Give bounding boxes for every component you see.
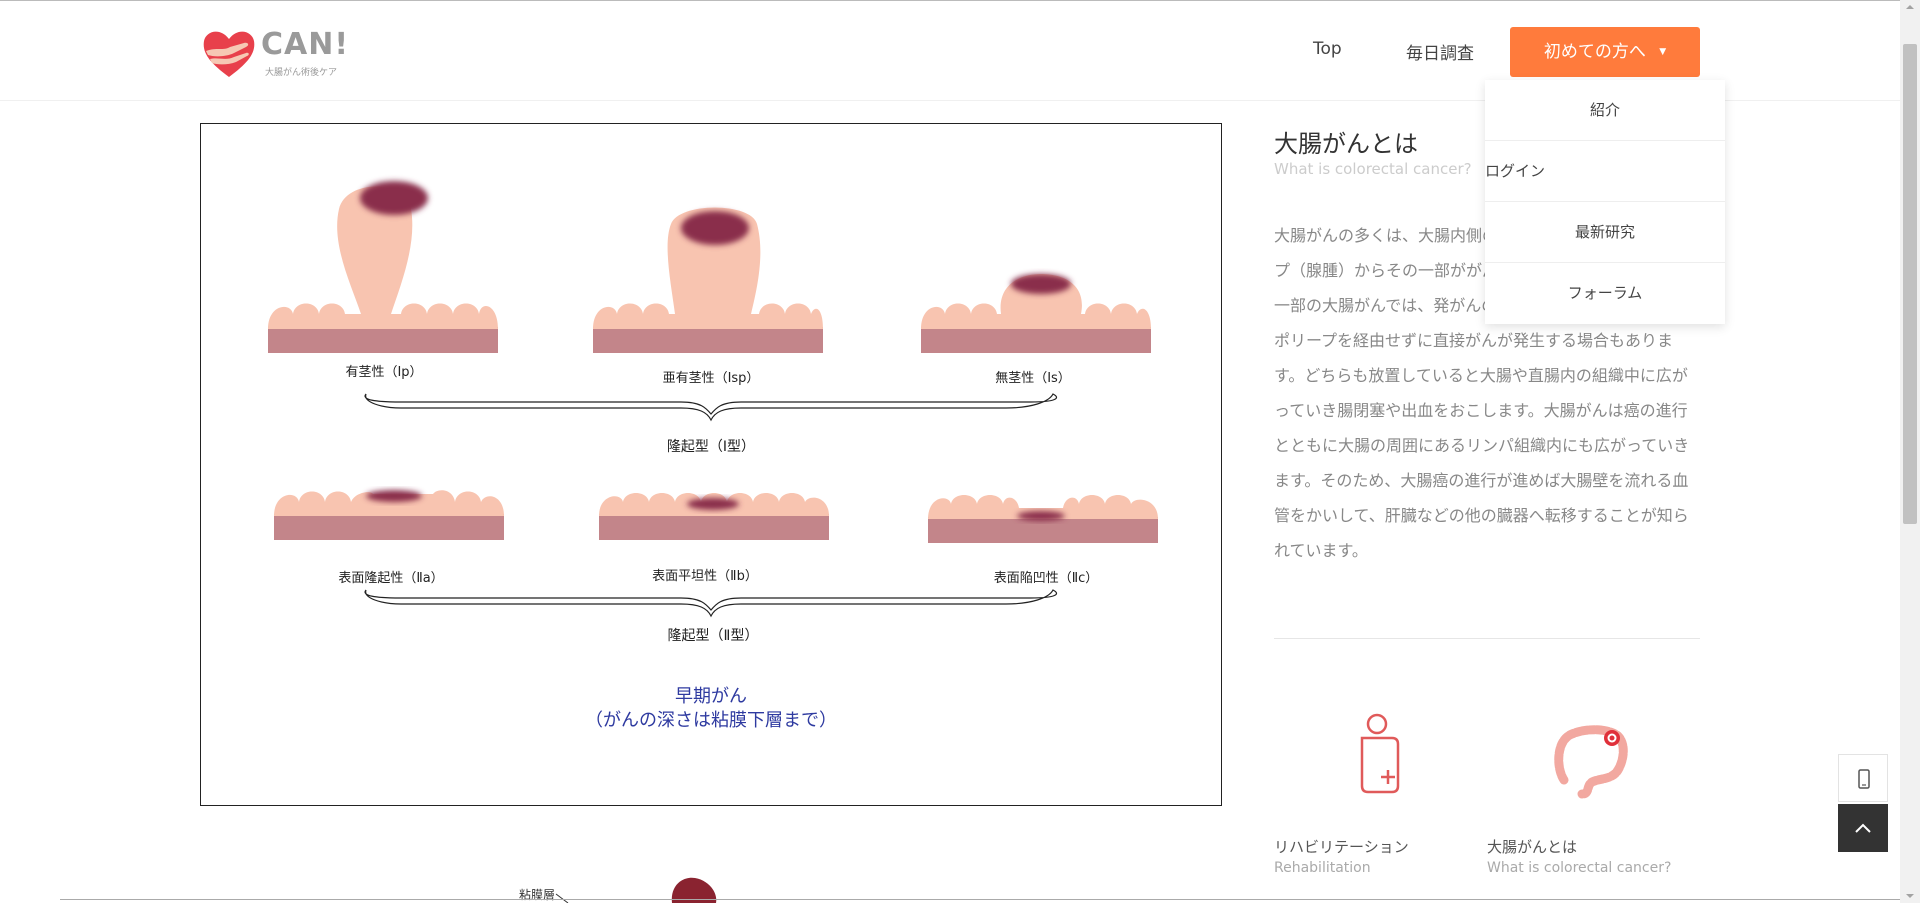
label-group-1: 隆起型（Ⅰ型） <box>666 439 756 455</box>
person-plus-icon <box>1360 713 1400 794</box>
card-rehabilitation-subtitle: Rehabilitation <box>1274 860 1371 876</box>
card-rehabilitation-title: リハビリテーション <box>1274 838 1409 856</box>
nav-daily-survey-link[interactable]: 毎日調査 <box>1406 39 1474 64</box>
caption-depth: （がんの深さは粘膜下層まで） <box>585 710 837 731</box>
caret-down-icon: ▼ <box>1659 47 1667 57</box>
dropdown-item-introduction[interactable]: 紹介 <box>1485 80 1725 141</box>
next-figure-partial: 粘膜層 <box>200 820 1222 903</box>
scroll-to-top-button[interactable] <box>1838 804 1888 852</box>
page-bottom-border <box>60 899 1900 900</box>
card-colorectal-title: 大腸がんとは <box>1487 838 1578 856</box>
label-superficial-depressed: 表面陥凹性（Ⅱc） <box>993 571 1099 586</box>
label-semi-pedunculated: 亜有茎性（Ⅰsp） <box>662 371 760 386</box>
pedunculated-polyp <box>268 181 498 353</box>
label-pedunculated: 有茎性（Ⅰp） <box>345 365 423 380</box>
dropdown-item-login[interactable]: ログイン <box>1485 141 1725 202</box>
sessile-polyp <box>921 274 1151 353</box>
article-subtitle: What is colorectal cancer? <box>1274 160 1472 178</box>
first-time-menu-button[interactable]: 初めての方へ ▼ <box>1510 27 1700 77</box>
article-title: 大腸がんとは <box>1274 130 1418 158</box>
site-logo[interactable]: CAN! 大腸がん術後ケア <box>200 25 348 81</box>
nav-top-link[interactable]: Top <box>1313 39 1342 59</box>
heart-logo-icon <box>203 31 255 77</box>
label-superficial-elevated: 表面隆起性（Ⅱa） <box>338 571 444 586</box>
semi-pedunculated-polyp <box>593 207 823 353</box>
superficial-depressed-lesion <box>928 495 1158 543</box>
label-mucosa: 粘膜層 <box>519 888 556 902</box>
first-time-dropdown-menu: 紹介 ログイン 最新研究 フォーラム <box>1485 80 1725 324</box>
group-brace-2 <box>364 589 1058 618</box>
mobile-view-button[interactable] <box>1838 754 1888 802</box>
superficial-flat-lesion <box>599 493 829 540</box>
label-sessile: 無茎性（Ⅰs） <box>995 371 1071 386</box>
label-group-2: 隆起型（Ⅱ型） <box>667 628 759 644</box>
group-brace-1 <box>364 393 1058 422</box>
dropdown-item-latest-research[interactable]: 最新研究 <box>1485 202 1725 263</box>
first-time-menu-label: 初めての方へ <box>1543 42 1646 62</box>
dropdown-item-forum[interactable]: フォーラム <box>1485 263 1725 323</box>
section-divider <box>1274 638 1700 639</box>
smartphone-icon <box>1858 769 1870 789</box>
logo-title: CAN! <box>261 27 350 62</box>
caption-early-cancer: 早期がん <box>675 686 747 707</box>
colon-icon <box>1554 725 1628 799</box>
scrollbar-thumb[interactable] <box>1903 44 1917 524</box>
scroll-down-arrow-icon[interactable] <box>1900 889 1920 903</box>
label-superficial-flat: 表面平坦性（Ⅱb） <box>652 569 758 584</box>
card-colorectal-subtitle: What is colorectal cancer? <box>1487 860 1672 876</box>
next-figure-illustration <box>555 877 717 903</box>
chevron-up-icon <box>1855 823 1871 833</box>
scroll-up-arrow-icon[interactable] <box>1900 0 1920 14</box>
early-cancer-type-diagram: 有茎性（Ⅰp） 亜有茎性（Ⅰsp） 無茎性（Ⅰs） 隆起型（Ⅰ型） 表面隆起性（… <box>200 123 1222 806</box>
logo-subtitle: 大腸がん術後ケア <box>265 68 338 78</box>
superficial-elevated-lesion <box>274 490 504 540</box>
